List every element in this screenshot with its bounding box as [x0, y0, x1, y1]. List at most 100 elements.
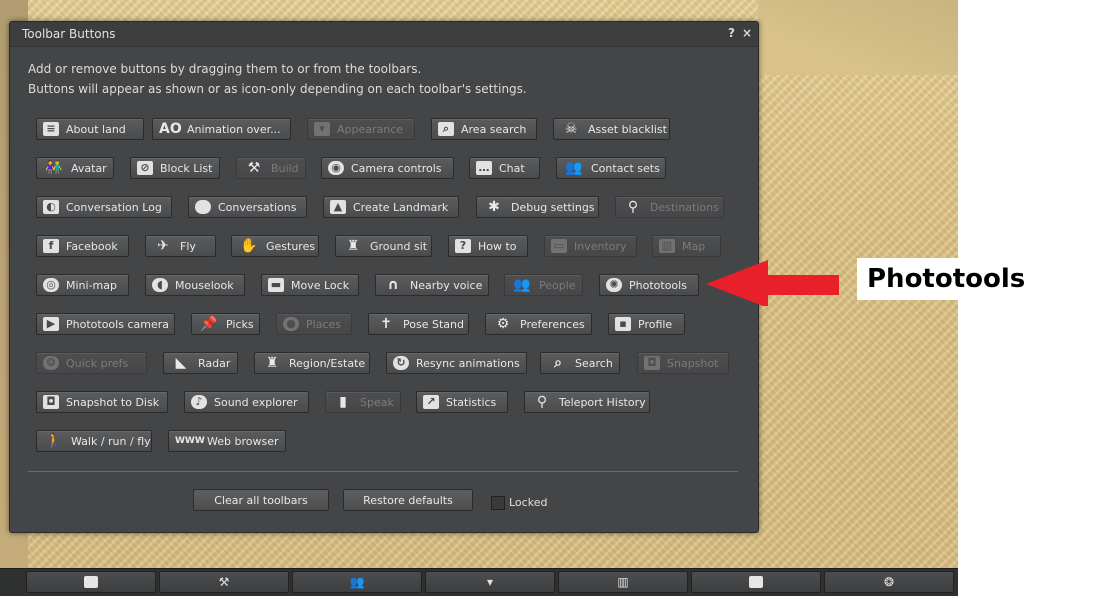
asset-blacklist-button[interactable]: ☠ Asset blacklist — [553, 118, 670, 140]
profile-button[interactable]: ▪ Profile — [608, 313, 685, 335]
snapshot-to-disk-button[interactable]: ◘ Snapshot to Disk — [36, 391, 168, 413]
quick-prefs-button[interactable]: ❂ Quick prefs — [36, 352, 147, 374]
facebook-button[interactable]: f Facebook — [36, 235, 129, 257]
world-background-top-right — [758, 0, 958, 75]
region-estate-button[interactable]: ♜ Region/Estate — [254, 352, 370, 374]
fly-icon: ✈ — [157, 238, 169, 254]
quick-prefs-label: Quick prefs — [66, 356, 129, 370]
people-button[interactable]: 👥 People — [504, 274, 583, 296]
conversation-log-label: Conversation Log — [66, 200, 162, 214]
mouselook-button[interactable]: ◖ Mouselook — [145, 274, 245, 296]
about-land-icon: ≡ — [43, 122, 59, 136]
gestures-button[interactable]: ✋ Gestures — [231, 235, 319, 257]
conversation-log-button[interactable]: ◐ Conversation Log — [36, 196, 172, 218]
pose-stand-label: Pose Stand — [403, 317, 464, 331]
conversations-label: Conversations — [218, 200, 297, 214]
about-land-label: About land — [66, 122, 126, 136]
shirt-icon: ▾ — [314, 122, 330, 136]
appearance-button[interactable]: ▾ Appearance — [307, 118, 415, 140]
toolbar-buttons-floater: Toolbar Buttons ? × Add or remove button… — [9, 21, 759, 533]
pin-icon: 📌 — [200, 316, 218, 332]
speech-bubble-icon — [195, 200, 211, 214]
bottom-people-button[interactable]: 👥 — [292, 571, 422, 593]
shirt-icon: ▾ — [486, 575, 494, 589]
bottom-inventory-button[interactable] — [691, 571, 821, 593]
phototools-label: Phototools — [629, 278, 687, 292]
fly-button[interactable]: ✈ Fly — [145, 235, 216, 257]
profile-label: Profile — [638, 317, 673, 331]
how-to-button[interactable]: ? How to — [448, 235, 528, 257]
debug-settings-label: Debug settings — [511, 200, 595, 214]
globe-icon: ● — [283, 317, 299, 331]
move-lock-button[interactable]: ▬ Move Lock — [261, 274, 359, 296]
create-landmark-button[interactable]: ▲ Create Landmark — [323, 196, 459, 218]
preferences-label: Preferences — [520, 317, 585, 331]
animation-over-button[interactable]: AO Animation over... — [152, 118, 291, 140]
chart-icon: ↗ — [423, 395, 439, 409]
destinations-button[interactable]: ⚲ Destinations — [615, 196, 724, 218]
phototools-button[interactable]: ✺ Phototools — [599, 274, 699, 296]
area-search-button[interactable]: ⌕ Area search — [431, 118, 537, 140]
build-button[interactable]: ⚒ Build — [236, 157, 306, 179]
picks-button[interactable]: 📌 Picks — [191, 313, 260, 335]
appearance-label: Appearance — [337, 122, 404, 136]
avatar-label: Avatar — [71, 161, 107, 175]
about-land-button[interactable]: ≡ About land — [36, 118, 144, 140]
search-icon: ⌕ — [554, 355, 562, 371]
map-label: Map — [682, 239, 706, 253]
radar-button[interactable]: ◣ Radar — [163, 352, 238, 374]
gestures-label: Gestures — [266, 239, 316, 253]
phototools-camera-button[interactable]: ▶ Phototools camera — [36, 313, 175, 335]
avatar-button[interactable]: 👫 Avatar — [36, 157, 114, 179]
floater-titlebar[interactable]: Toolbar Buttons ? × — [10, 22, 758, 47]
bottom-quick-prefs-button[interactable]: ❂ — [824, 571, 954, 593]
inventory-button[interactable]: ▭ Inventory — [544, 235, 637, 257]
search-button[interactable]: ⌕ Search — [540, 352, 620, 374]
preferences-button[interactable]: ⚙ Preferences — [485, 313, 592, 335]
teleport-history-button[interactable]: ⚲ Teleport History — [524, 391, 650, 413]
chat-button[interactable]: … Chat — [469, 157, 540, 179]
nearby-voice-button[interactable]: ∩ Nearby voice — [375, 274, 489, 296]
camera-controls-button[interactable]: ◉ Camera controls — [321, 157, 454, 179]
conversation-log-icon: ◐ — [43, 200, 59, 214]
bottom-build-button[interactable]: ⚒ — [159, 571, 289, 593]
bug-icon: ✱ — [488, 199, 500, 215]
clear-all-toolbars-button[interactable]: Clear all toolbars — [193, 489, 329, 511]
locked-checkbox[interactable] — [491, 496, 505, 510]
ao-icon: AO — [159, 121, 182, 137]
walk-run-fly-button[interactable]: 🚶 Walk / run / fly — [36, 430, 152, 452]
web-browser-button[interactable]: WWW Web browser — [168, 430, 286, 452]
conversations-button[interactable]: Conversations — [188, 196, 307, 218]
statistics-label: Statistics — [446, 395, 497, 409]
phototools-callout: Phototools — [857, 258, 1025, 300]
bottom-camera-button[interactable] — [26, 571, 156, 593]
debug-settings-button[interactable]: ✱ Debug settings — [476, 196, 599, 218]
snapshot-to-disk-label: Snapshot to Disk — [66, 395, 160, 409]
sound-explorer-button[interactable]: ♪ Sound explorer — [184, 391, 309, 413]
statistics-button[interactable]: ↗ Statistics — [416, 391, 508, 413]
places-button[interactable]: ● Places — [276, 313, 352, 335]
destinations-label: Destinations — [650, 200, 719, 214]
radar-label: Radar — [198, 356, 231, 370]
web-browser-label: Web browser — [207, 434, 279, 448]
close-icon[interactable]: × — [742, 26, 752, 40]
ground-sit-button[interactable]: ♜ Ground sit — [335, 235, 432, 257]
help-icon[interactable]: ? — [728, 26, 735, 40]
places-label: Places — [306, 317, 341, 331]
restore-defaults-button[interactable]: Restore defaults — [343, 489, 473, 511]
bottom-map-button[interactable]: ▥ — [558, 571, 688, 593]
teleport-icon: ⚲ — [536, 394, 548, 410]
pose-stand-button[interactable]: ✝ Pose Stand — [368, 313, 469, 335]
speak-button[interactable]: ▮ Speak — [325, 391, 401, 413]
resync-animations-button[interactable]: ↻ Resync animations — [386, 352, 527, 374]
contact-sets-button[interactable]: 👥 Contact sets — [556, 157, 666, 179]
question-icon: ? — [455, 239, 471, 253]
mini-map-button[interactable]: ◎ Mini-map — [36, 274, 129, 296]
quick-prefs-icon: ❂ — [883, 575, 895, 589]
description-line-1: Add or remove buttons by dragging them t… — [28, 62, 422, 76]
block-list-button[interactable]: ⊘ Block List — [130, 157, 220, 179]
map-button[interactable]: ▥ Map — [652, 235, 721, 257]
snapshot-button[interactable]: ◘ Snapshot — [637, 352, 729, 374]
teleport-history-label: Teleport History — [559, 395, 646, 409]
bottom-appearance-button[interactable]: ▾ — [425, 571, 555, 593]
